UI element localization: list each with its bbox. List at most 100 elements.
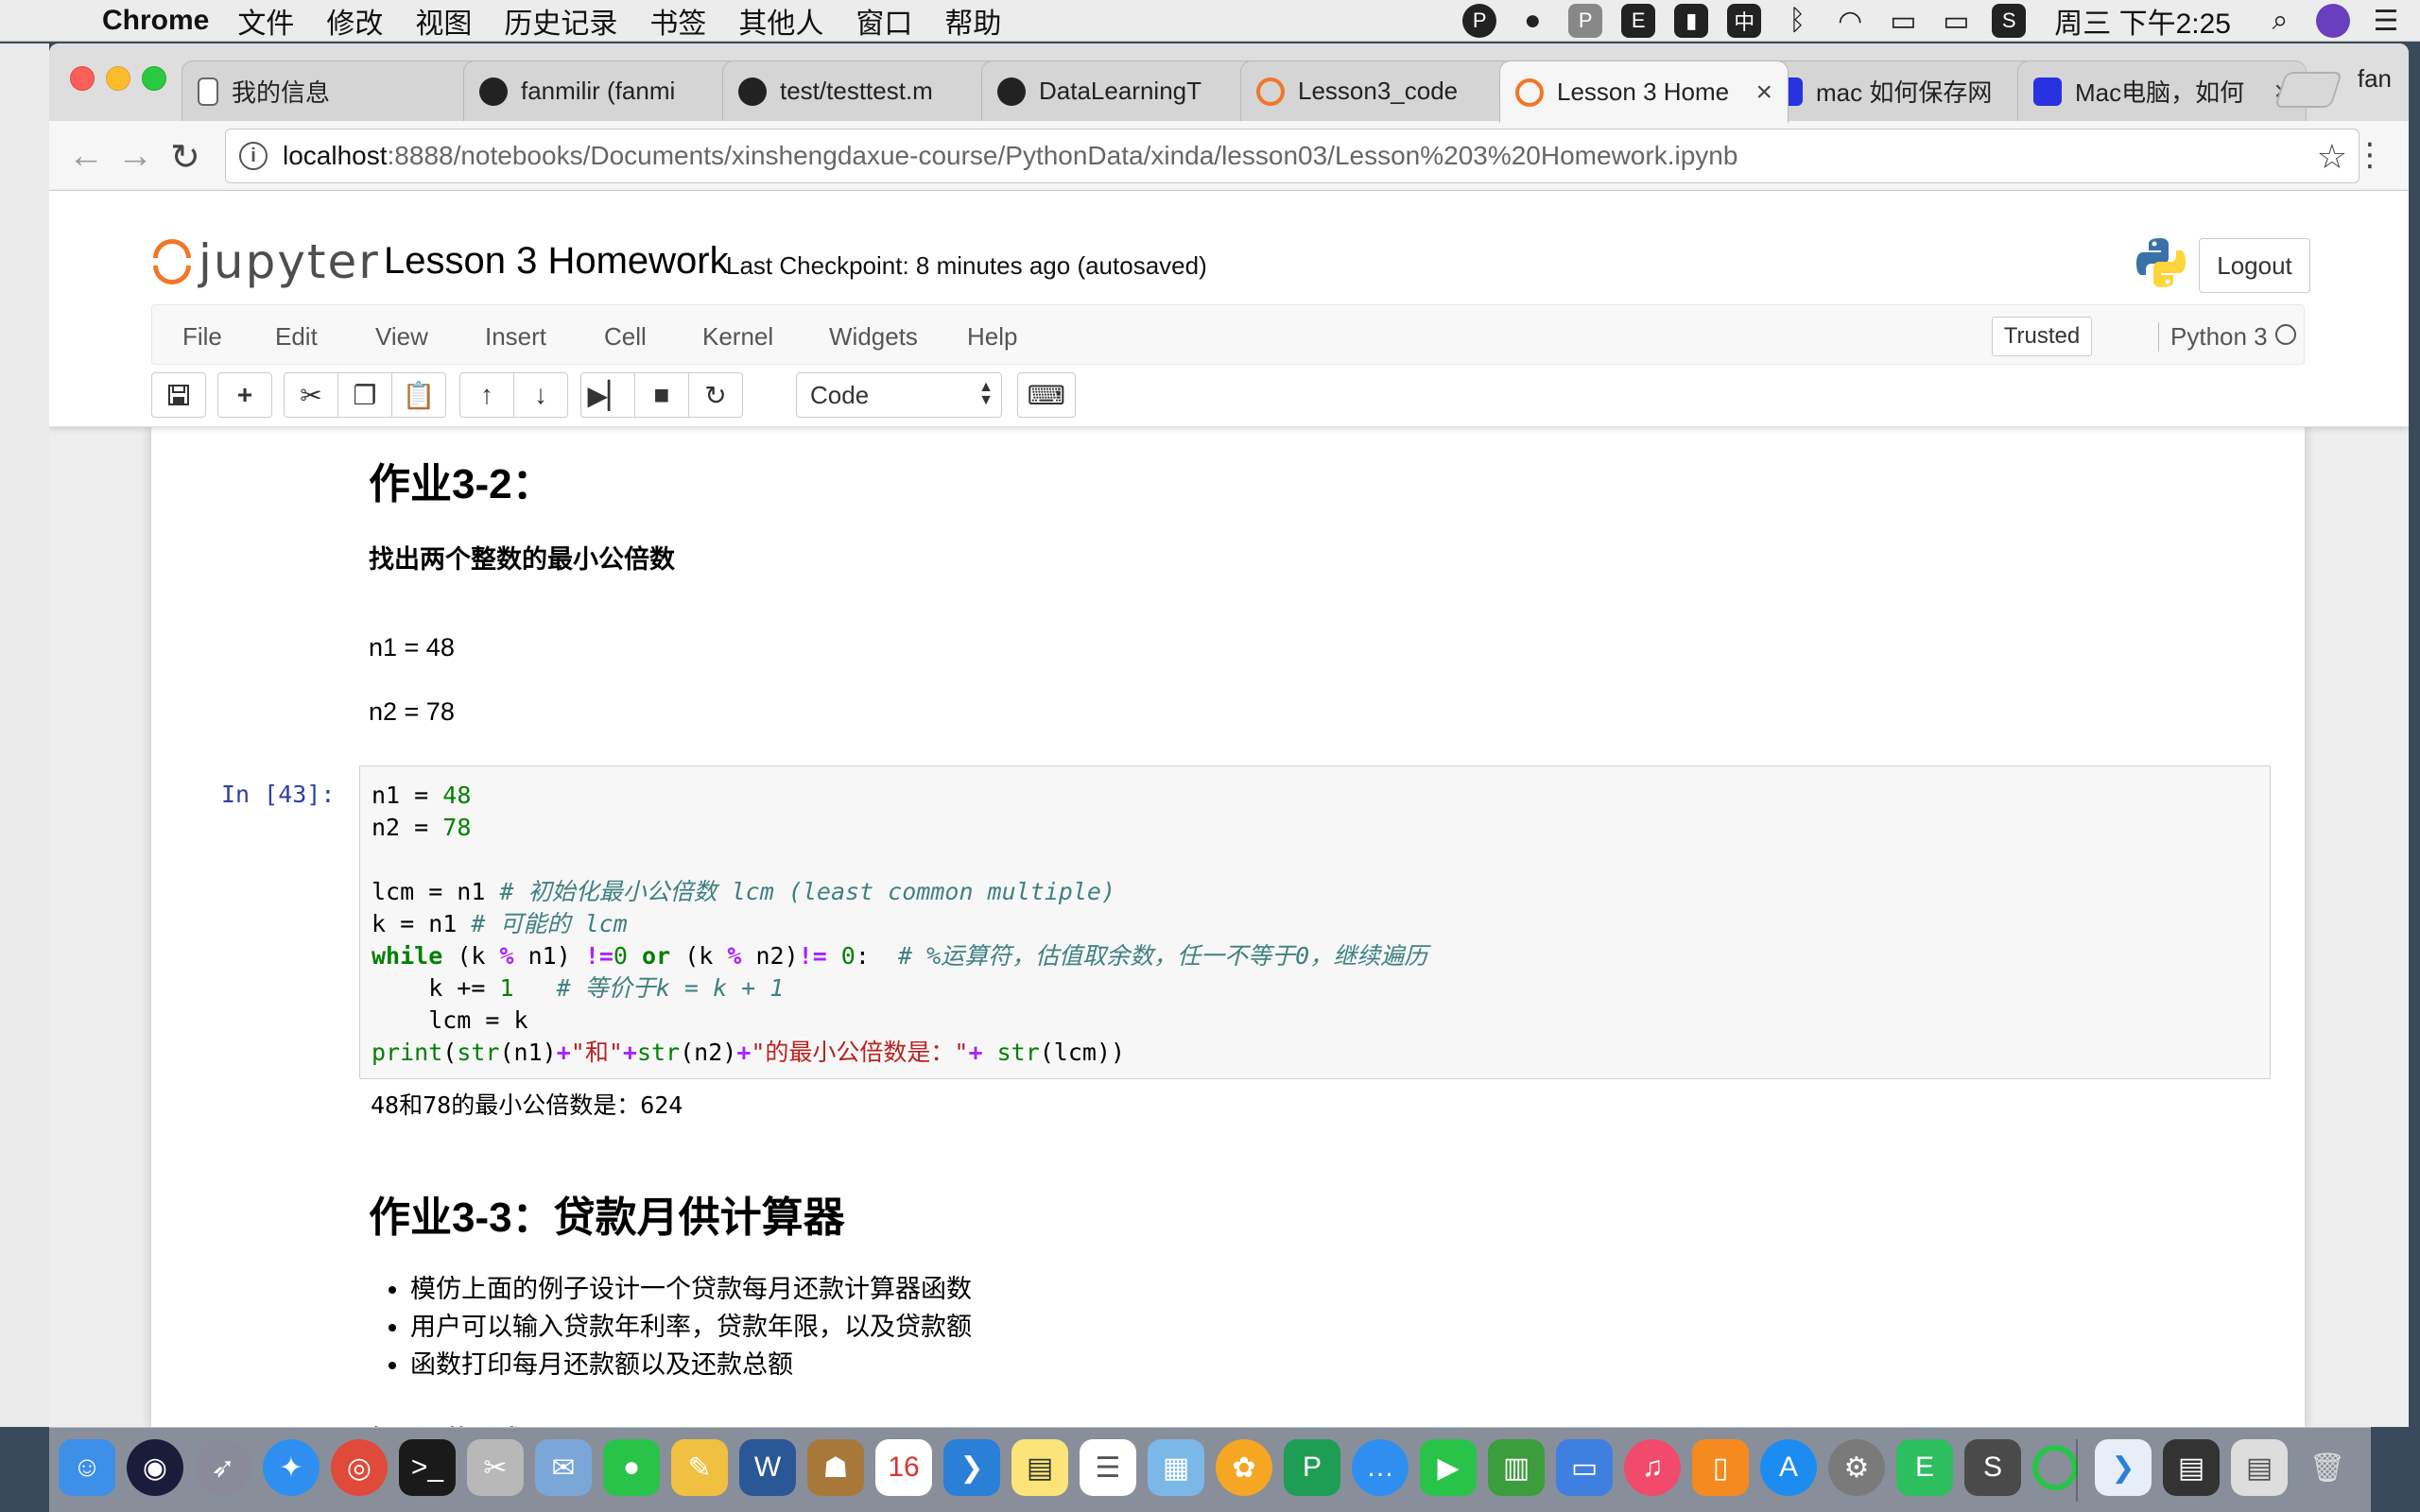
notebook-scroll-area[interactable]: 作业3-2： 找出两个整数的最小公倍数 n1 = 48 n2 = 78 In [… <box>49 427 2409 1427</box>
numbers-chart-icon[interactable]: ▥ <box>1488 1439 1545 1496</box>
clock-text[interactable]: 周三 下午2:25 <box>2054 0 2231 42</box>
system-info-icon[interactable]: ▦ <box>1148 1439 1204 1496</box>
tab-my-info[interactable]: 我的信息 × <box>182 60 495 121</box>
menu-help[interactable]: 帮助 <box>944 0 1001 42</box>
jupyter-logo[interactable]: jupyter <box>151 234 380 289</box>
ibooks-icon[interactable]: ▯ <box>1692 1439 1749 1496</box>
siri-icon[interactable] <box>2316 4 2350 38</box>
address-bar[interactable]: i localhost:8888/notebooks/Documents/xin… <box>225 129 2360 183</box>
vscode-icon[interactable]: ❯ <box>943 1439 1000 1496</box>
menu-history[interactable]: 历史记录 <box>504 0 617 42</box>
photos-icon[interactable]: ✿ <box>1216 1439 1272 1496</box>
vscode-document-icon[interactable]: ❯ <box>2095 1439 2152 1496</box>
info-icon[interactable]: i <box>239 142 268 170</box>
wechat-tray-icon[interactable]: ● <box>1515 4 1549 38</box>
trash-icon[interactable]: 🗑 <box>2299 1439 2356 1496</box>
tab-lesson3-code[interactable]: Lesson3_code × <box>1240 60 1530 121</box>
menu-kernel[interactable]: Kernel <box>702 322 773 352</box>
cut-scissors-icon[interactable]: ✂ <box>284 372 338 418</box>
insert-cell-plus-icon[interactable]: + <box>217 372 272 418</box>
restart-kernel-icon[interactable]: ↻ <box>688 372 743 418</box>
close-window-button[interactable] <box>70 66 95 91</box>
menu-edit[interactable]: 修改 <box>326 0 383 42</box>
spotlight-search-icon[interactable]: ⌕ <box>2263 4 2297 38</box>
shield-tray-icon[interactable]: P <box>1568 4 1603 38</box>
tab-baidu-mac-pc[interactable]: Mac电脑，如何 × <box>2017 60 2307 121</box>
bluetooth-tray-icon[interactable]: ᛒ <box>1780 4 1814 38</box>
input-method-tray-icon[interactable]: 中 <box>1727 4 1762 38</box>
move-up-arrow-icon[interactable]: ↑ <box>459 372 514 418</box>
messages-icon[interactable]: … <box>1352 1439 1409 1496</box>
move-down-arrow-icon[interactable]: ↓ <box>513 372 568 418</box>
system-preferences-gear-icon[interactable]: ⚙ <box>1828 1439 1885 1496</box>
wechat-icon[interactable]: ● <box>603 1439 660 1496</box>
cell-type-select[interactable]: Code ▲ ▼ <box>796 372 1002 418</box>
wifi-tray-icon[interactable]: ◠ <box>1833 4 1867 38</box>
vpn-shield-icon[interactable]: P <box>1284 1439 1340 1496</box>
sublime-text-icon[interactable]: S <box>1964 1439 2021 1496</box>
menu-widgets[interactable]: Widgets <box>829 322 918 352</box>
menu-window[interactable]: 窗口 <box>856 0 912 42</box>
safari-compass-icon[interactable]: ✦ <box>263 1439 320 1496</box>
contacts-icon[interactable]: ☗ <box>807 1439 864 1496</box>
evernote-icon[interactable]: E <box>1896 1439 1953 1496</box>
reload-icon[interactable]: ↻ <box>170 136 200 179</box>
new-tab-button[interactable] <box>2273 72 2343 108</box>
menu-view[interactable]: 视图 <box>415 0 472 42</box>
menu-people[interactable]: 其他人 <box>738 0 823 42</box>
menu-bookmarks[interactable]: 书签 <box>649 0 706 42</box>
sync-tray-icon[interactable]: S <box>1992 4 2027 38</box>
screenshot-tool-icon[interactable]: ✂ <box>467 1439 524 1496</box>
close-tab-icon[interactable]: × <box>1755 77 1772 109</box>
siri-icon[interactable]: ◉ <box>127 1439 183 1496</box>
keynote-icon[interactable]: ▭ <box>1556 1439 1613 1496</box>
app-store-icon[interactable]: A <box>1760 1439 1817 1496</box>
tab-lesson3-homework[interactable]: Lesson 3 Home × <box>1499 60 1789 123</box>
notebook-title[interactable]: Lesson 3 Homework <box>384 240 729 283</box>
menu-help[interactable]: Help <box>967 322 1017 352</box>
minimize-window-button[interactable] <box>106 66 130 91</box>
notes-pad-icon[interactable]: ✎ <box>671 1439 728 1496</box>
stickies-icon[interactable]: ▤ <box>1011 1439 1068 1496</box>
calendar-icon[interactable]: 16 <box>875 1439 932 1496</box>
battery-tray-icon[interactable]: ▭ <box>1939 4 1973 38</box>
bookmark-star-icon[interactable]: ☆ <box>2317 137 2347 177</box>
terminal-icon[interactable]: >_ <box>399 1439 456 1496</box>
menu-edit[interactable]: Edit <box>275 322 318 352</box>
back-arrow-icon[interactable]: ← <box>68 136 104 177</box>
menu-view[interactable]: View <box>375 322 428 352</box>
logout-button[interactable]: Logout <box>2199 238 2310 293</box>
profile-name[interactable]: fan <box>2358 64 2392 94</box>
tab-baidu-mac-save[interactable]: mac 如何保存网 × <box>1758 60 2048 121</box>
app-menu-chrome[interactable]: Chrome <box>102 5 209 37</box>
paste-icon[interactable]: 📋 <box>391 372 446 418</box>
stop-square-icon[interactable]: ■ <box>634 372 689 418</box>
kernel-name[interactable]: Python 3 <box>2158 322 2268 352</box>
reminders-icon[interactable]: ☰ <box>1080 1439 1136 1496</box>
tab-github-test[interactable]: test/testtest.m × <box>722 60 1011 121</box>
itunes-music-icon[interactable]: ♫ <box>1624 1439 1681 1496</box>
chrome-icon[interactable]: ◎ <box>331 1439 388 1496</box>
trusted-badge[interactable]: Trusted <box>1992 317 2092 356</box>
menu-file[interactable]: File <box>182 322 222 352</box>
evernote-tray-icon[interactable]: E <box>1621 4 1656 38</box>
terminal-window-icon[interactable]: ▤ <box>2163 1439 2220 1496</box>
preview-icon[interactable]: ✉ <box>535 1439 592 1496</box>
chrome-menu-icon[interactable]: ⋮ <box>2354 136 2386 174</box>
microphone-tray-icon[interactable]: ▮ <box>1674 4 1709 38</box>
run-step-icon[interactable]: ▶▏ <box>580 372 635 418</box>
menu-insert[interactable]: Insert <box>485 322 546 352</box>
facetime-icon[interactable]: ▶ <box>1420 1439 1477 1496</box>
activity-ring-icon[interactable] <box>2032 1445 2078 1490</box>
zoom-window-button[interactable] <box>142 66 166 91</box>
notification-center-icon[interactable]: ☰ <box>2369 4 2403 38</box>
producthunt-tray-icon[interactable]: P <box>1462 4 1497 38</box>
airplay-tray-icon[interactable]: ▭ <box>1886 4 1920 38</box>
keyboard-shortcuts-icon[interactable]: ⌨ <box>1017 372 1076 418</box>
menu-cell[interactable]: Cell <box>604 322 647 352</box>
word-icon[interactable]: W <box>739 1439 796 1496</box>
launchpad-rocket-icon[interactable]: ➶ <box>195 1439 251 1496</box>
document-stack-icon[interactable]: ▤ <box>2231 1439 2288 1496</box>
menu-file[interactable]: 文件 <box>237 0 294 42</box>
finder-icon[interactable]: ☺ <box>59 1439 115 1496</box>
